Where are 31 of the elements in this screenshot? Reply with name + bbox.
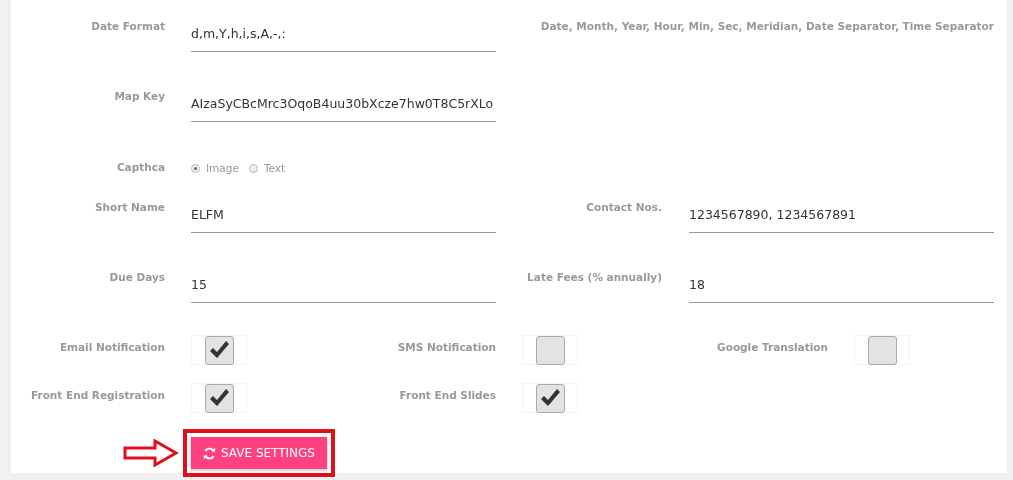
checkbox[interactable] [191, 383, 247, 413]
checkbox-label: SMS Notification [396, 340, 496, 353]
field-label: Contact Nos. [585, 200, 662, 213]
input-field[interactable]: 18 [689, 265, 994, 303]
radio-button[interactable] [248, 163, 258, 173]
checkbox-label: Email Notification [58, 340, 165, 353]
checkbox[interactable] [522, 335, 578, 365]
field-label: Capthca [115, 160, 165, 173]
refresh-icon [203, 446, 216, 460]
check-icon [539, 388, 561, 408]
input-field[interactable]: ELFM [191, 195, 496, 233]
field-label: Date Format [90, 19, 165, 32]
input-field[interactable]: d,m,Y,h,i,s,A,-,: [191, 14, 496, 52]
input-field[interactable]: 1234567890, 1234567891 [689, 195, 994, 233]
arrow-drawing [123, 439, 179, 467]
checkbox[interactable] [854, 335, 910, 365]
checkbox[interactable] [522, 383, 578, 413]
field-label: Map Key [113, 89, 165, 102]
input-field[interactable]: 15 [191, 265, 496, 303]
field-label: Short Name [93, 200, 165, 213]
checkbox[interactable] [191, 335, 247, 365]
input-field[interactable]: AIzaSyCBcMrc3OqoB4uu30bXcze7hw0T8C5rXLo [191, 84, 496, 122]
check-icon [208, 340, 230, 360]
radio-button[interactable] [191, 163, 200, 173]
checkbox-label: Front End Registration [29, 388, 165, 401]
checkbox-label: Front End Slides [398, 388, 496, 401]
field-label: Due Days [108, 270, 165, 283]
checkbox-label: Google Translation [716, 340, 828, 353]
check-icon [208, 388, 230, 408]
hint-text: Date, Month, Year, Hour, Min, Sec, Meridian, Date Separator, Time Separator [540, 20, 994, 32]
field-label: Late Fees (% annually) [526, 270, 662, 283]
